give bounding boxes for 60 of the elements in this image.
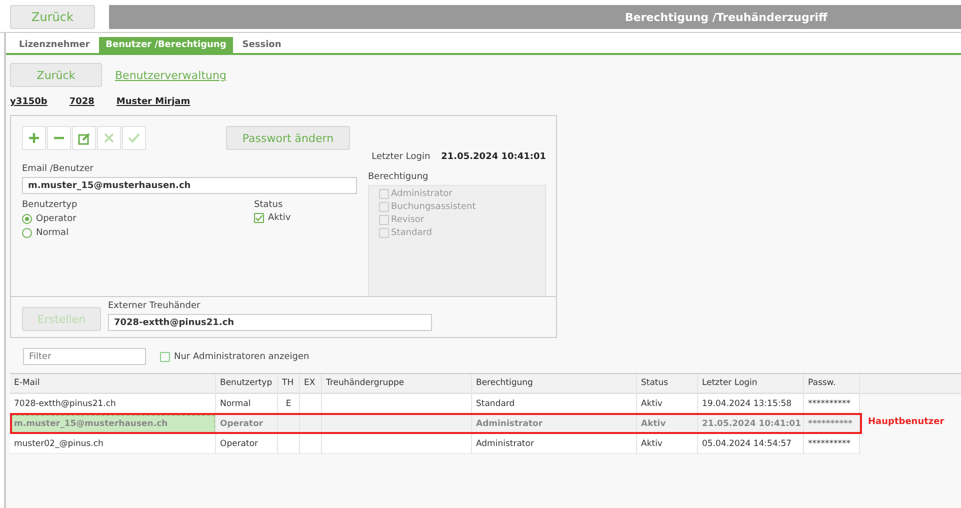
edit-icon <box>78 132 90 144</box>
table-cell: Standard <box>472 394 637 414</box>
column-header[interactable]: EX <box>300 374 322 393</box>
tab[interactable]: Session <box>235 37 288 53</box>
table-cell: Aktiv <box>637 434 698 454</box>
table-cell: 7028-extth@pinus21.ch <box>10 394 216 414</box>
checkbox-label: Buchungsassistent <box>391 202 476 212</box>
radio-button[interactable] <box>22 214 32 224</box>
checkbox-label: Administrator <box>391 189 452 199</box>
column-header[interactable]: E-Mail <box>10 374 216 393</box>
field-label: Externer Treuhänder <box>108 301 202 311</box>
table-cell: E <box>278 394 300 414</box>
add-button[interactable] <box>22 126 46 150</box>
table-cell: muster02_@pinus.ch <box>10 434 216 454</box>
remove-button[interactable] <box>47 126 71 150</box>
column-header[interactable]: Status <box>637 374 698 393</box>
annotation-label: Hauptbenutzer <box>868 417 944 427</box>
last-login-value: 21.05.2024 10:41:01 <box>441 152 546 162</box>
edit-button[interactable] <box>72 126 96 150</box>
close-icon <box>104 133 114 143</box>
table-cell <box>300 434 322 454</box>
radio-button[interactable] <box>22 228 32 238</box>
table-cell: 05.04.2024 14:54:57 <box>698 434 804 454</box>
info-link[interactable]: y3150b <box>10 97 48 107</box>
table-cell <box>278 434 300 454</box>
radio-label: Operator <box>36 214 76 224</box>
checkbox-label: Nur Administratoren anzeigen <box>174 352 310 362</box>
column-header[interactable]: Letzter Login <box>698 374 804 393</box>
plus-icon <box>28 132 40 144</box>
field-label: Benutzertyp <box>22 200 78 210</box>
radio-label: Normal <box>36 228 69 238</box>
email-field[interactable]: m.muster_15@musterhausen.ch <box>22 177 357 194</box>
last-login-label: Letzter Login <box>372 152 430 162</box>
column-header[interactable]: Berechtigung <box>472 374 637 393</box>
checkbox-label: Revisor <box>391 215 424 225</box>
table-cell: ********** <box>804 434 860 454</box>
field-label: Status <box>254 200 284 210</box>
field-label: Berechtigung <box>368 172 430 182</box>
column-header[interactable]: Passw. <box>804 374 860 393</box>
checkbox-label: Aktiv <box>268 213 291 223</box>
column-header[interactable]: TH <box>278 374 300 393</box>
table-cell: Aktiv <box>637 394 698 414</box>
field-label: Email /Benutzer <box>22 164 94 174</box>
info-link[interactable]: 7028 <box>69 97 94 107</box>
checkbox[interactable] <box>160 352 170 362</box>
filter-field[interactable]: Filter <box>23 348 146 365</box>
info-link[interactable]: Muster Mirjam <box>116 97 190 107</box>
checkbox-label: Standard <box>391 228 432 238</box>
checkmark-icon <box>128 133 140 143</box>
table-cell: Operator <box>216 434 278 454</box>
column-header[interactable]: Benutzertyp <box>216 374 278 393</box>
tab[interactable]: Lizenznehmer <box>12 37 97 53</box>
table-cell: ********** <box>804 394 860 414</box>
title-bar: Berechtigung /Treuhänderzugriff <box>109 5 961 29</box>
table-cell: 19.04.2024 13:15:58 <box>698 394 804 414</box>
checkbox[interactable] <box>254 213 264 223</box>
table-cell: Normal <box>216 394 278 414</box>
table-cell: Administrator <box>472 434 637 454</box>
external-trustee-field[interactable]: 7028-extth@pinus21.ch <box>108 314 432 331</box>
column-header[interactable]: Treuhändergruppe <box>322 374 472 393</box>
